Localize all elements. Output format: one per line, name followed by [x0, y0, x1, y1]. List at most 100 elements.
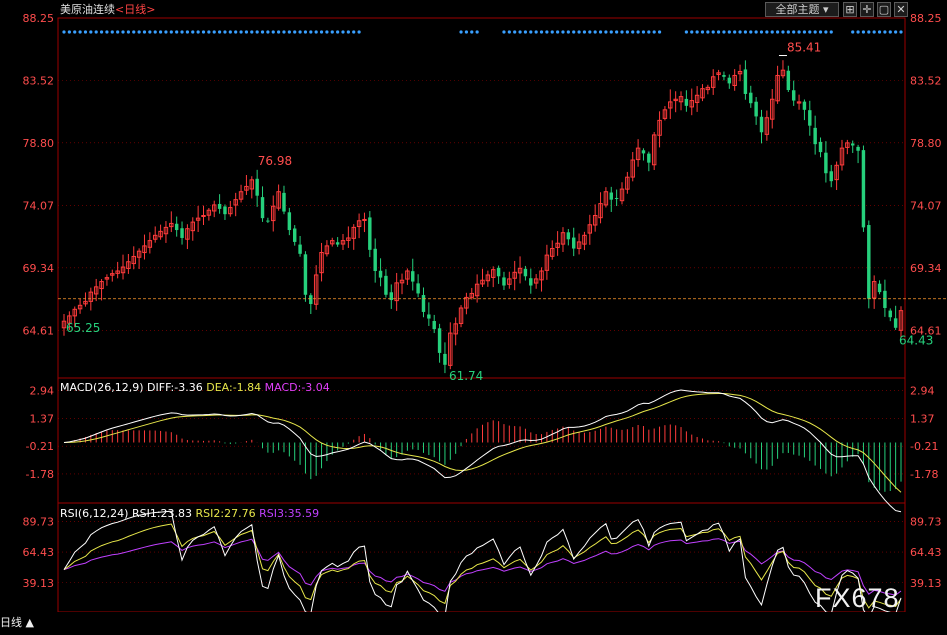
signal-dot — [598, 30, 603, 34]
candle-body — [496, 267, 501, 277]
rsi-y-tick-label: 39.13 — [23, 577, 55, 590]
signal-dot — [620, 30, 624, 34]
signal-dot — [818, 30, 823, 34]
signal-dot — [336, 30, 340, 34]
signal-dot — [341, 30, 345, 34]
candle-body — [566, 232, 571, 240]
signal-dot — [475, 30, 479, 34]
signal-dot — [829, 30, 833, 34]
signal-dot — [813, 30, 817, 34]
macd-value: MACD:-3.04 — [264, 381, 330, 394]
signal-dot — [212, 30, 216, 34]
candle-body — [883, 290, 887, 308]
signal-dot — [260, 30, 265, 34]
signal-dot — [293, 30, 297, 34]
candle-body — [384, 275, 388, 295]
candle-body — [174, 223, 179, 231]
signal-dot — [636, 30, 640, 34]
candle-body — [786, 70, 791, 90]
instrument-title: 美原油连续 — [60, 3, 115, 16]
tab-daily[interactable]: 日线 ▲ — [0, 614, 34, 630]
macd-diff-value: DIFF:-3.36 — [147, 381, 203, 394]
chart-frame — [57, 17, 906, 613]
signal-dot — [700, 30, 705, 34]
signal-dot — [126, 30, 130, 34]
period-selector[interactable]: <日线> — [115, 3, 155, 16]
signal-dot — [727, 30, 731, 34]
candle-body — [529, 278, 533, 286]
signal-dot — [164, 30, 168, 34]
macd-y-tick-label: -1.78 — [26, 468, 54, 481]
candle-body — [571, 237, 576, 249]
signal-dot — [743, 30, 748, 34]
candle-body — [824, 152, 828, 174]
price-y-tick-label: 64.61 — [23, 324, 55, 337]
price-y-tick-label: 69.34 — [23, 262, 55, 275]
signal-dot — [523, 30, 528, 34]
signal-dot — [67, 30, 71, 34]
signal-dot — [78, 30, 82, 34]
diff-line — [63, 389, 902, 513]
signal-dot — [201, 30, 206, 34]
candle-body — [378, 270, 383, 278]
last-price-label: 64.43 — [899, 334, 933, 348]
crosshair-icon[interactable]: ✛ — [860, 2, 874, 17]
window-icon[interactable]: ▢ — [877, 2, 891, 17]
signal-dot — [883, 30, 887, 34]
start-label: 65.25 — [66, 321, 100, 335]
candle-body — [416, 283, 420, 294]
signal-dot — [271, 30, 275, 34]
grid-icon[interactable]: ⊞ — [843, 2, 857, 17]
candle-body — [266, 220, 270, 222]
signal-dot — [792, 30, 796, 34]
close-icon[interactable]: ✕ — [894, 2, 908, 17]
candle-body — [754, 101, 758, 117]
signal-dot — [534, 30, 538, 34]
signal-dot — [250, 30, 254, 34]
candle-body — [802, 101, 807, 110]
macd-params: MACD(26,12,9) — [60, 381, 144, 394]
signal-dot — [121, 30, 125, 34]
candle-body — [432, 321, 436, 330]
signal-dot — [314, 30, 318, 34]
rsi1-value: RSI1:23.83 — [131, 507, 193, 520]
candle-body — [791, 90, 796, 101]
signal-dot — [239, 30, 243, 34]
candle-body — [759, 116, 764, 133]
signal-dot — [631, 30, 635, 34]
signal-dot — [888, 30, 892, 34]
signal-dot — [158, 30, 163, 34]
candle-body — [427, 314, 431, 319]
signal-dot — [749, 30, 753, 34]
signal-dot — [207, 30, 211, 34]
signal-dot — [652, 30, 656, 34]
macd-y-tick-label: 1.37 — [30, 412, 55, 425]
macd-y-tick-label-right: -1.78 — [910, 468, 938, 481]
signal-dot — [716, 30, 721, 34]
dea-line — [63, 393, 902, 493]
signal-dot — [153, 30, 157, 34]
chart-title-group: 美原油连续<日线> — [60, 3, 155, 17]
candle-body — [303, 254, 308, 295]
signal-dot — [223, 30, 227, 34]
signal-dot — [83, 30, 88, 34]
signal-dot — [706, 30, 710, 34]
candle-body — [856, 146, 860, 151]
signal-dot — [802, 30, 807, 34]
theme-dropdown[interactable]: 全部主题 ▾ — [765, 2, 839, 17]
signal-dot — [851, 30, 855, 34]
signal-dots — [62, 30, 903, 34]
signal-dot — [105, 30, 109, 34]
candle-body — [309, 295, 313, 305]
local-high-label: 76.98 — [258, 154, 292, 168]
candle-body — [641, 150, 646, 154]
signal-dot — [513, 30, 517, 34]
signal-dot — [733, 30, 737, 34]
low-label: 61.74 — [449, 369, 483, 383]
signal-dot — [894, 30, 898, 34]
candle-body — [523, 268, 528, 277]
signal-dot — [196, 30, 200, 34]
candle-body — [893, 318, 898, 328]
signal-dot — [352, 30, 356, 34]
signal-dot — [786, 30, 790, 34]
